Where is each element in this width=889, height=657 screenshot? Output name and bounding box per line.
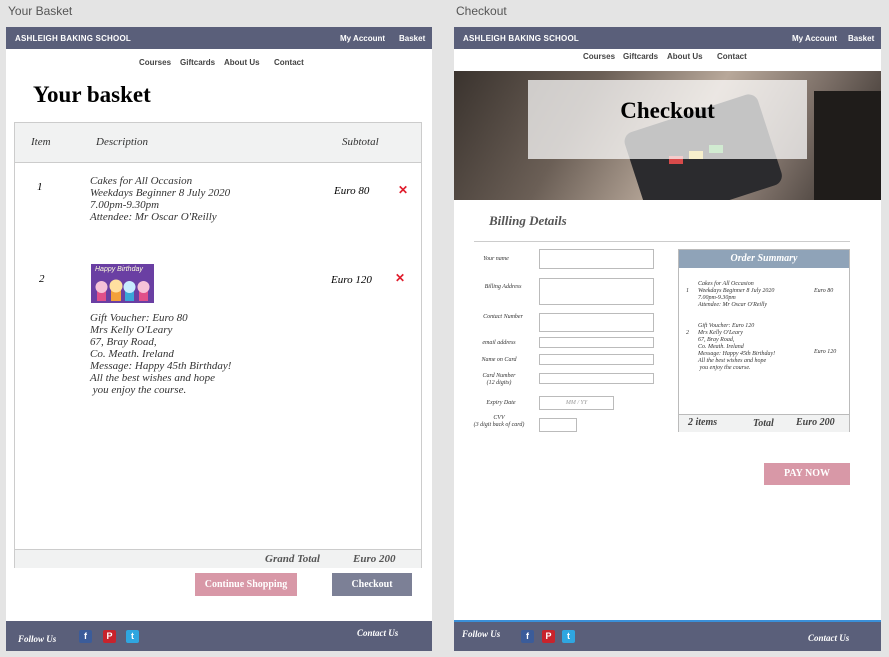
field-label: Your name bbox=[483, 256, 509, 262]
field-label: Contact Number bbox=[483, 314, 523, 320]
checkout-artboard: ASHLEIGH BAKING SCHOOL My Account Basket… bbox=[454, 27, 881, 651]
cvv-field[interactable] bbox=[539, 418, 577, 432]
twitter-icon[interactable]: t bbox=[562, 630, 575, 643]
facebook-icon[interactable]: f bbox=[79, 630, 92, 643]
summary-total-label: Total bbox=[753, 418, 774, 429]
summary-item-number: 2 bbox=[686, 330, 689, 336]
nav-contact[interactable]: Contact bbox=[717, 52, 747, 61]
twitter-icon[interactable]: t bbox=[126, 630, 139, 643]
summary-item-text: Gift Voucher: Euro 120 Mrs Kelly O'Leary… bbox=[698, 323, 776, 371]
basket-link[interactable]: Basket bbox=[399, 34, 425, 43]
facebook-icon[interactable]: f bbox=[521, 630, 534, 643]
summary-title: Order Summary bbox=[679, 250, 849, 268]
table-header: Item Description Subtotal bbox=[15, 123, 421, 163]
gift-card-image: Happy Birthday bbox=[91, 264, 154, 303]
nav-giftcards[interactable]: Giftcards bbox=[180, 58, 215, 67]
cupcakes-icon bbox=[95, 279, 150, 301]
grand-total-row: Grand Total Euro 200 bbox=[15, 549, 421, 568]
expiry-date-field[interactable]: MM / YY bbox=[539, 396, 614, 410]
divider bbox=[474, 241, 850, 242]
artboard-label-checkout: Checkout bbox=[456, 4, 507, 18]
basket-link[interactable]: Basket bbox=[848, 34, 874, 43]
name-on-card-field[interactable] bbox=[539, 354, 654, 365]
row-description: Gift Voucher: Euro 80 Mrs Kelly O'Leary … bbox=[90, 312, 232, 396]
hero-banner: Checkout bbox=[454, 71, 881, 200]
my-account-link[interactable]: My Account bbox=[792, 34, 837, 43]
nav-contact[interactable]: Contact bbox=[274, 58, 304, 67]
field-label: Card Number (12 digits) bbox=[482, 373, 516, 386]
field-label: email address bbox=[482, 340, 516, 346]
grand-total-value: Euro 200 bbox=[353, 553, 396, 565]
follow-us-label: Follow Us bbox=[18, 634, 57, 644]
row-item-number: 1 bbox=[37, 181, 43, 193]
contact-us-link[interactable]: Contact Us bbox=[808, 633, 849, 643]
summary-total-value: Euro 200 bbox=[796, 417, 835, 428]
main-nav: Courses Giftcards About Us Contact bbox=[454, 52, 881, 64]
col-subtotal: Subtotal bbox=[342, 136, 379, 148]
contact-us-link[interactable]: Contact Us bbox=[357, 628, 398, 638]
follow-us-label: Follow Us bbox=[462, 629, 501, 639]
summary-item-text: Cakes for All Occasion Weekdays Beginner… bbox=[698, 281, 775, 308]
summary-item-price: Euro 80 bbox=[814, 288, 834, 294]
checkout-button[interactable]: Checkout bbox=[332, 573, 412, 596]
brand-logo-text[interactable]: ASHLEIGH BAKING SCHOOL bbox=[463, 34, 579, 43]
top-bar: ASHLEIGH BAKING SCHOOL My Account Basket bbox=[454, 27, 881, 49]
page-title: Your basket bbox=[33, 82, 151, 107]
row-subtotal: Euro 80 bbox=[334, 185, 370, 197]
hero-title-box: Checkout bbox=[528, 80, 807, 159]
field-label: Name on Card bbox=[481, 357, 517, 363]
grand-total-label: Grand Total bbox=[265, 553, 320, 565]
top-bar: ASHLEIGH BAKING SCHOOL My Account Basket bbox=[6, 27, 432, 49]
my-account-link[interactable]: My Account bbox=[340, 34, 385, 43]
continue-shopping-button[interactable]: Continue Shopping bbox=[195, 573, 297, 596]
billing-address-field[interactable] bbox=[539, 278, 654, 305]
nav-about-us[interactable]: About Us bbox=[224, 58, 260, 67]
card-number-field[interactable] bbox=[539, 373, 654, 384]
contact-number-field[interactable] bbox=[539, 313, 654, 332]
nav-courses[interactable]: Courses bbox=[583, 52, 615, 61]
nav-about-us[interactable]: About Us bbox=[667, 52, 703, 61]
field-label: Billing Address bbox=[484, 284, 522, 290]
field-label: Expiry Date bbox=[486, 400, 516, 406]
remove-item-icon[interactable]: ✕ bbox=[398, 183, 408, 197]
nav-courses[interactable]: Courses bbox=[139, 58, 171, 67]
main-nav: Courses Giftcards About Us Contact bbox=[6, 58, 432, 70]
pay-now-button[interactable]: PAY NOW bbox=[764, 463, 850, 485]
summary-total-row: 2 items Total Euro 200 bbox=[679, 414, 849, 432]
brand-logo-text[interactable]: ASHLEIGH BAKING SCHOOL bbox=[15, 34, 131, 43]
nav-giftcards[interactable]: Giftcards bbox=[623, 52, 658, 61]
basket-artboard: ASHLEIGH BAKING SCHOOL My Account Basket… bbox=[6, 27, 432, 651]
order-summary: Order Summary 1 Cakes for All Occasion W… bbox=[678, 249, 850, 432]
col-description: Description bbox=[96, 136, 148, 148]
email-field[interactable] bbox=[539, 337, 654, 348]
summary-items-count: 2 items bbox=[688, 417, 718, 428]
row-description: Cakes for All Occasion Weekdays Beginner… bbox=[90, 175, 231, 223]
name-field[interactable] bbox=[539, 249, 654, 269]
col-item: Item bbox=[31, 136, 51, 148]
billing-title: Billing Details bbox=[489, 213, 567, 228]
summary-item-price: Euro 120 bbox=[814, 349, 837, 355]
artboard-label-basket: Your Basket bbox=[8, 4, 73, 18]
hero-title: Checkout bbox=[620, 98, 715, 123]
pinterest-icon[interactable]: P bbox=[103, 630, 116, 643]
remove-item-icon[interactable]: ✕ bbox=[395, 271, 405, 285]
row-item-number: 2 bbox=[39, 273, 45, 285]
footer: Follow Us f P t Contact Us bbox=[454, 620, 881, 651]
field-label: CVV (3 digit back of card) bbox=[473, 415, 525, 428]
footer: Follow Us f P t Contact Us bbox=[6, 621, 432, 651]
pinterest-icon[interactable]: P bbox=[542, 630, 555, 643]
summary-item-number: 1 bbox=[686, 288, 689, 294]
basket-table: Item Description Subtotal 1 Cakes for Al… bbox=[14, 122, 422, 568]
row-subtotal: Euro 120 bbox=[331, 274, 372, 286]
